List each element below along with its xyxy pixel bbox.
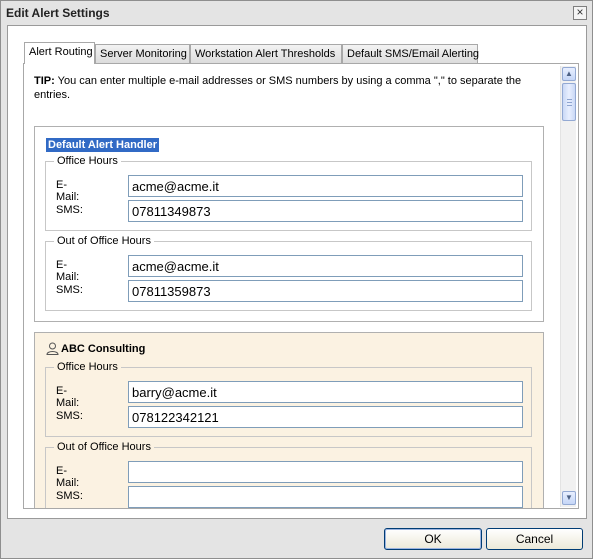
- email-label: E-Mail:: [56, 385, 80, 409]
- email-label: E-Mail:: [56, 465, 80, 489]
- sms-label: SMS:: [56, 490, 83, 502]
- abc-office-hours-group: Office Hours E-Mail: SMS:: [45, 361, 532, 437]
- tab-workstation-alert-thresholds[interactable]: Workstation Alert Thresholds: [190, 44, 342, 63]
- scroll-up-arrow-icon[interactable]: ▲: [562, 67, 576, 81]
- main-panel: Alert Routing Server Monitoring Workstat…: [7, 25, 587, 519]
- tip-body: You can enter multiple e-mail addresses …: [34, 75, 522, 101]
- sms-label: SMS:: [56, 410, 83, 422]
- group-legend: Out of Office Hours: [57, 441, 151, 453]
- abc-handler-title: ABC Consulting: [61, 342, 146, 355]
- default-out-of-office-group: Out of Office Hours E-Mail: SMS:: [45, 235, 532, 311]
- email-field[interactable]: [128, 255, 523, 277]
- group-legend: Office Hours: [57, 361, 118, 373]
- tip-prefix: TIP:: [34, 75, 55, 87]
- title-bar[interactable]: Edit Alert Settings ×: [1, 1, 592, 25]
- user-icon: [46, 342, 59, 355]
- vertical-scrollbar[interactable]: ▲ ▼: [560, 66, 576, 507]
- dialog-title: Edit Alert Settings: [6, 6, 110, 20]
- sms-field[interactable]: [128, 200, 523, 222]
- tab-server-monitoring[interactable]: Server Monitoring: [95, 44, 190, 63]
- default-handler-title[interactable]: Default Alert Handler: [46, 138, 160, 152]
- ok-button[interactable]: OK: [384, 528, 482, 550]
- email-label: E-Mail:: [56, 259, 80, 283]
- email-field[interactable]: [128, 381, 523, 403]
- edit-alert-settings-dialog: Edit Alert Settings × Alert Routing Serv…: [0, 0, 593, 559]
- default-alert-handler: Default Alert Handler Office Hours E-Mai…: [34, 126, 544, 322]
- scroll-down-arrow-icon[interactable]: ▼: [562, 491, 576, 505]
- group-legend: Out of Office Hours: [57, 235, 151, 247]
- tab-alert-routing[interactable]: Alert Routing: [24, 42, 95, 64]
- sms-label: SMS:: [56, 204, 83, 216]
- alert-routing-content: TIP: You can enter multiple e-mail addre…: [23, 63, 579, 509]
- tip-text: TIP: You can enter multiple e-mail addre…: [34, 74, 549, 102]
- sms-field[interactable]: [128, 280, 523, 302]
- email-label: E-Mail:: [56, 179, 80, 203]
- cancel-button[interactable]: Cancel: [486, 528, 583, 550]
- abc-consulting-handler: ABC Consulting Office Hours E-Mail: SMS:…: [34, 332, 544, 508]
- scroll-thumb[interactable]: [562, 83, 576, 121]
- abc-handler-header[interactable]: ABC Consulting: [46, 342, 145, 355]
- sms-field[interactable]: [128, 486, 523, 508]
- tab-default-sms-email-alerting[interactable]: Default SMS/Email Alerting: [342, 44, 479, 63]
- default-office-hours-group: Office Hours E-Mail: SMS:: [45, 155, 532, 231]
- close-icon[interactable]: ×: [573, 6, 587, 20]
- email-field[interactable]: [128, 461, 523, 483]
- abc-out-of-office-group: Out of Office Hours E-Mail: SMS:: [45, 441, 532, 508]
- email-field[interactable]: [128, 175, 523, 197]
- sms-label: SMS:: [56, 284, 83, 296]
- group-legend: Office Hours: [57, 155, 118, 167]
- sms-field[interactable]: [128, 406, 523, 428]
- grip-icon: [567, 99, 572, 106]
